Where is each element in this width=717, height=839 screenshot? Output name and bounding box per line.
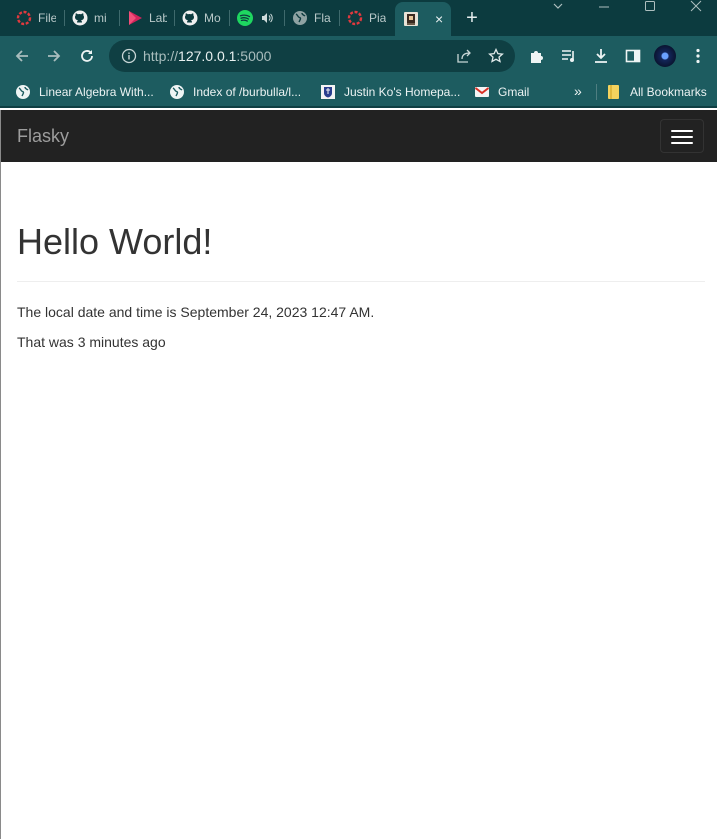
- hamburger-icon: [671, 142, 693, 144]
- tab-search-icon[interactable]: [550, 0, 566, 14]
- opera-ring-icon: [16, 10, 32, 26]
- minimize-icon[interactable]: [596, 0, 612, 14]
- folder-icon: [606, 84, 622, 100]
- opera-ring-icon: [347, 10, 363, 26]
- bookmark-linear-algebra[interactable]: Linear Algebra With...: [15, 83, 154, 101]
- bookmark-label: Gmail: [498, 85, 530, 99]
- flask-app-icon: [403, 11, 419, 27]
- side-panel-icon[interactable]: [624, 47, 642, 65]
- github-icon: [182, 10, 198, 26]
- download-icon[interactable]: [592, 47, 610, 65]
- forward-arrow-icon[interactable]: [44, 46, 64, 66]
- globe-icon: [292, 10, 308, 26]
- relative-time-text: That was 3 minutes ago: [17, 334, 166, 350]
- hamburger-icon: [671, 136, 693, 138]
- share-icon[interactable]: [456, 48, 472, 64]
- navbar-brand[interactable]: Flasky: [17, 126, 69, 147]
- url-port: :5000: [236, 48, 272, 64]
- tab-label: Fla: [314, 11, 331, 25]
- github-icon: [72, 10, 88, 26]
- tab-divider: [64, 10, 65, 26]
- bookmark-label: Justin Ko's Homepa...: [344, 85, 461, 99]
- tab-1[interactable]: File: [10, 4, 60, 32]
- bookmarks-divider: [596, 84, 597, 100]
- menu-kebab-icon[interactable]: [689, 47, 707, 65]
- tab-5[interactable]: [231, 4, 283, 32]
- tab-divider: [174, 10, 175, 26]
- tab-divider: [229, 10, 230, 26]
- tab-4[interactable]: Mo: [176, 4, 228, 32]
- url-host: 127.0.0.1: [178, 48, 237, 64]
- all-bookmarks-label: All Bookmarks: [630, 85, 707, 99]
- local-datetime-text: The local date and time is September 24,…: [17, 304, 375, 320]
- crest-icon: [320, 84, 336, 100]
- profile-avatar[interactable]: [654, 45, 676, 67]
- spotify-icon: [237, 10, 253, 26]
- url-scheme: http://: [143, 48, 179, 64]
- tab-label: mi: [94, 11, 107, 25]
- globe-icon: [15, 84, 31, 100]
- site-navbar: Flasky: [1, 110, 717, 162]
- hamburger-icon: [671, 130, 693, 132]
- back-arrow-icon[interactable]: [12, 46, 32, 66]
- tab-label: Pia: [369, 11, 387, 25]
- globe-icon: [169, 84, 185, 100]
- bookmark-gmail[interactable]: Gmail: [474, 83, 529, 101]
- tab-active-flasky[interactable]: ×: [395, 2, 451, 36]
- tab-divider: [119, 10, 120, 26]
- page-title: Hello World!: [17, 221, 213, 262]
- tab-3[interactable]: Lab: [121, 4, 173, 32]
- bookmark-index-burbulla[interactable]: Index of /burbulla/l...: [169, 83, 301, 101]
- maximize-icon[interactable]: [642, 0, 658, 14]
- new-tab-button[interactable]: +: [462, 8, 482, 28]
- tab-6[interactable]: Fla: [286, 4, 338, 32]
- tab-label: Mo: [204, 11, 221, 25]
- tab-label: File: [38, 11, 56, 25]
- tab-label: Lab: [149, 11, 167, 25]
- tab-strip: File mi Lab Mo Fla Pia × +: [0, 0, 717, 36]
- bookmarks-overflow-button[interactable]: »: [574, 83, 582, 99]
- tab-divider: [284, 10, 285, 26]
- tab-2[interactable]: mi: [66, 4, 116, 32]
- site-info-icon[interactable]: [121, 48, 137, 64]
- url-text[interactable]: http://127.0.0.1:5000: [143, 48, 271, 64]
- browser-toolbar: http://127.0.0.1:5000: [0, 36, 717, 76]
- play-icon: [127, 10, 143, 26]
- close-window-icon[interactable]: [688, 0, 704, 14]
- page-header: Hello World!: [17, 220, 705, 282]
- extensions-puzzle-icon[interactable]: [528, 47, 546, 65]
- all-bookmarks-button[interactable]: All Bookmarks: [606, 83, 707, 101]
- bookmark-label: Linear Algebra With...: [39, 85, 154, 99]
- media-control-icon[interactable]: [560, 47, 578, 65]
- tab-divider: [339, 10, 340, 26]
- speaker-icon: [259, 10, 275, 26]
- bookmark-label: Index of /burbulla/l...: [193, 85, 302, 99]
- bookmark-justin-ko[interactable]: Justin Ko's Homepa...: [320, 83, 460, 101]
- page-viewport: Flasky Hello World! The local date and t…: [0, 110, 717, 839]
- gmail-icon: [474, 84, 490, 100]
- tab-7[interactable]: Pia: [341, 4, 393, 32]
- address-bar[interactable]: http://127.0.0.1:5000: [109, 40, 515, 72]
- reload-icon[interactable]: [77, 46, 97, 66]
- navbar-toggle-button[interactable]: [660, 119, 704, 153]
- close-tab-icon[interactable]: ×: [435, 11, 443, 27]
- bookmark-star-icon[interactable]: [488, 47, 504, 64]
- bookmarks-bar: Linear Algebra With... Index of /burbull…: [0, 76, 717, 108]
